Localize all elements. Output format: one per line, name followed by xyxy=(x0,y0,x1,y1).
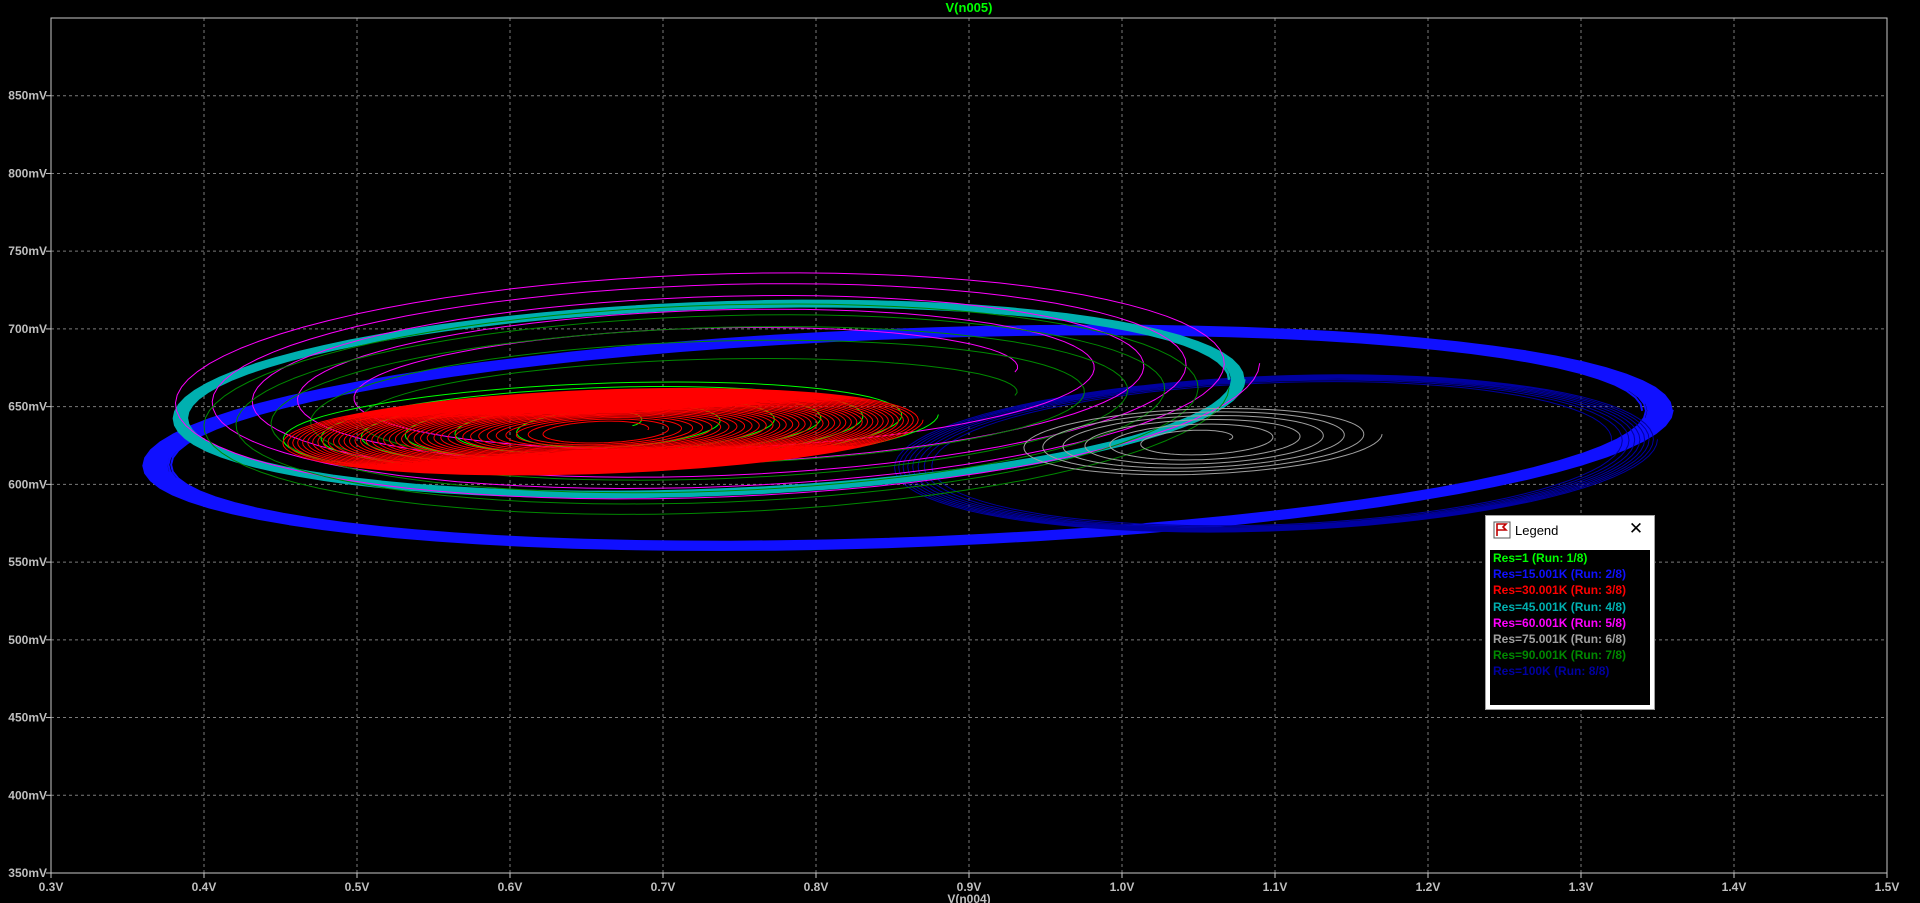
x-tick-label: 0.5V xyxy=(345,880,370,894)
plot-canvas[interactable]: 0.3V 0.4V 0.5V 0.6V 0.7V 0.8V 0.9V 1.0V 1.1V 1.2V… xyxy=(0,0,1920,903)
legend-entry-run-1: Res=1 (Run: 1/8) xyxy=(1493,551,1588,565)
x-tick-label: 0.6V xyxy=(498,880,523,894)
x-tick-label: 1.0V xyxy=(1110,880,1135,894)
x-tick-label: 0.8V xyxy=(804,880,829,894)
y-tick-label: 850mV xyxy=(8,89,47,103)
y-tick-label: 750mV xyxy=(8,244,47,258)
chart-title: V(n005) xyxy=(946,0,993,15)
legend-entry-run-5: Res=60.001K (Run: 5/8) xyxy=(1493,615,1627,630)
y-tick-label: 800mV xyxy=(8,166,47,180)
y-tick-label: 650mV xyxy=(8,400,47,414)
legend-entry-run-4: Res=45.001K (Run: 4/8) xyxy=(1493,599,1627,614)
x-axis-label: V(n004) xyxy=(947,892,990,903)
x-tick-label: 0.7V xyxy=(651,880,676,894)
legend-window[interactable]: Legend ✕ Res=1 (Run: 1/8) Res=15.001K (Ru… xyxy=(1485,515,1655,710)
legend-entries: Res=1 (Run: 1/8) Res=15.001K (Run: 2/8) Re… xyxy=(1490,550,1650,705)
y-tick-label: 450mV xyxy=(8,711,47,725)
x-tick-label: 1.4V xyxy=(1722,880,1747,894)
legend-entry-run-3: Res=30.001K (Run: 3/8) xyxy=(1493,583,1627,598)
x-tick-label: 0.4V xyxy=(192,880,217,894)
close-icon[interactable]: ✕ xyxy=(1626,519,1646,539)
y-tick-label: 550mV xyxy=(8,555,47,569)
legend-title: Legend xyxy=(1515,523,1559,538)
plot-background xyxy=(0,0,1920,903)
legend-flag-icon xyxy=(1493,521,1511,539)
x-tick-label: 0.3V xyxy=(39,880,64,894)
legend-entry-run-7: Res=90.001K (Run: 7/8) xyxy=(1493,648,1627,663)
x-tick-label: 1.2V xyxy=(1416,880,1441,894)
legend-entry-run-8: Res=100K (Run: 8/8) xyxy=(1493,664,1610,679)
legend-header[interactable]: Legend ✕ xyxy=(1486,516,1654,544)
x-tick-label: 1.5V xyxy=(1875,880,1900,894)
y-tick-label: 350mV xyxy=(8,866,47,880)
legend-entry-run-2: Res=15.001K (Run: 2/8) xyxy=(1493,567,1627,582)
y-tick-label: 600mV xyxy=(8,477,47,491)
y-tick-label: 400mV xyxy=(8,788,47,802)
y-tick-label: 700mV xyxy=(8,322,47,336)
x-tick-label: 1.3V xyxy=(1569,880,1594,894)
y-tick-label: 500mV xyxy=(8,633,47,647)
legend-entry-run-6: Res=75.001K (Run: 6/8) xyxy=(1493,631,1627,646)
x-tick-label: 1.1V xyxy=(1263,880,1288,894)
